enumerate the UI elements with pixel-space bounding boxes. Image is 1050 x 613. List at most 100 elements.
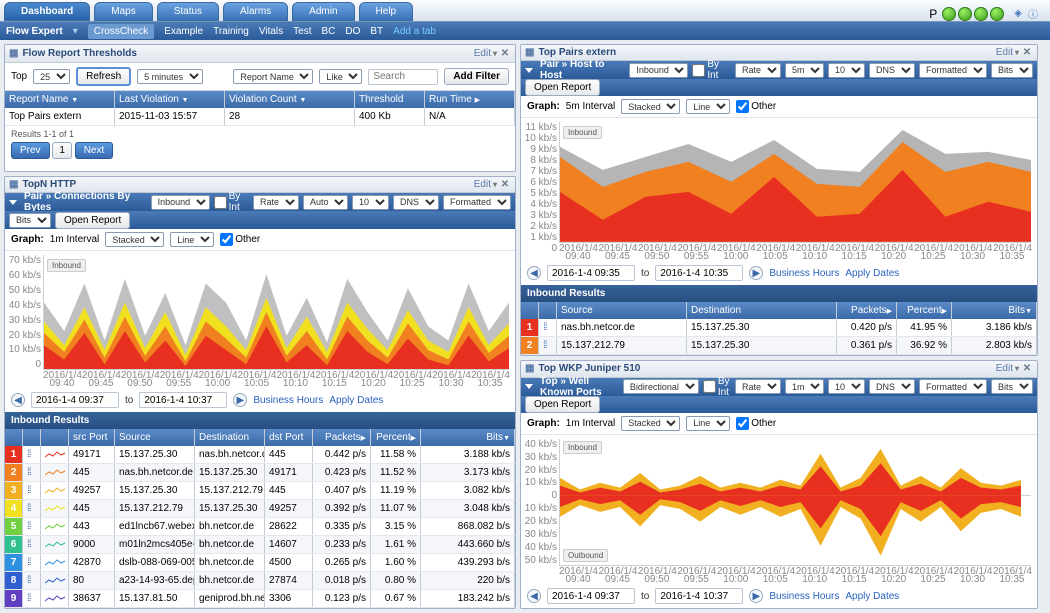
prev-date-icon[interactable]: ◀: [527, 589, 541, 603]
byint-check[interactable]: [214, 196, 227, 209]
table-row[interactable]: 9⁞⁞3863715.137.81.50geniprod.bh.netcor.d…: [5, 590, 515, 608]
subtab-bt[interactable]: BT: [370, 26, 383, 37]
business-hours-link[interactable]: Business Hours: [253, 395, 323, 406]
to-date-input[interactable]: [139, 392, 227, 408]
direction-select[interactable]: Bidirectional: [623, 379, 699, 394]
prev-button[interactable]: Prev: [11, 142, 50, 159]
drag-handle-icon[interactable]: ⁞⁞: [27, 449, 31, 460]
close-icon[interactable]: ✕: [1021, 363, 1033, 375]
unit-select[interactable]: Bits: [9, 213, 51, 228]
open-report-button[interactable]: Open Report: [55, 212, 130, 229]
byint-check[interactable]: [692, 64, 705, 77]
business-hours-link[interactable]: Business Hours: [769, 591, 839, 602]
col-percent[interactable]: Percent▶: [897, 302, 952, 319]
interval-select[interactable]: 5 minutes: [137, 69, 203, 84]
other-check[interactable]: [220, 233, 233, 246]
col-threshold[interactable]: Threshold: [355, 91, 425, 108]
table-row[interactable]: 8⁞⁞80a23-14-93-65.deploy.static.akamaitb…: [5, 572, 515, 590]
feed-icon[interactable]: ◈: [1014, 8, 1022, 19]
next-date-icon[interactable]: ▶: [749, 266, 763, 280]
dns-select[interactable]: DNS: [869, 379, 915, 394]
edit-link[interactable]: Edit: [996, 47, 1013, 58]
col-violation-count[interactable]: Violation Count ▼: [225, 91, 355, 108]
next-date-icon[interactable]: ▶: [749, 589, 763, 603]
collapse-icon[interactable]: [525, 384, 533, 389]
table-row[interactable]: 7⁞⁞42870dslb-088-069-005-126.088.pools.v…: [5, 554, 515, 572]
stacked-select[interactable]: Stacked: [621, 99, 680, 114]
close-icon[interactable]: ✕: [1021, 47, 1033, 59]
collapse-icon[interactable]: [525, 68, 533, 73]
subtab-test[interactable]: Test: [293, 26, 311, 37]
drag-handle-icon[interactable]: ⁞⁞: [543, 322, 547, 333]
col-packets[interactable]: Packets▶: [313, 429, 371, 446]
stacked-select[interactable]: Stacked: [621, 416, 680, 431]
metric-select[interactable]: Rate: [735, 63, 781, 78]
from-date-input[interactable]: [31, 392, 119, 408]
filter-op-select[interactable]: Like: [319, 69, 362, 84]
direction-select[interactable]: Inbound: [151, 195, 210, 210]
fmt-select[interactable]: Formatted: [443, 195, 511, 210]
metric-select[interactable]: Rate: [253, 195, 299, 210]
next-date-icon[interactable]: ▶: [233, 393, 247, 407]
metric-select[interactable]: Rate: [735, 379, 781, 394]
col-last-violation[interactable]: Last Violation ▼: [115, 91, 225, 108]
page-button[interactable]: 1: [52, 142, 72, 159]
col-source[interactable]: Source: [557, 302, 687, 319]
drag-handle-icon[interactable]: ⁞⁞: [27, 593, 31, 604]
filter-field-select[interactable]: Report Name: [233, 69, 313, 84]
table-row[interactable]: 1⁞⁞nas.bh.netcor.de15.137.25.300.420 p/s…: [521, 319, 1037, 337]
stacked-select[interactable]: Stacked: [105, 232, 164, 247]
prev-date-icon[interactable]: ◀: [11, 393, 25, 407]
type-select[interactable]: Line: [686, 416, 730, 431]
from-date-input[interactable]: [547, 588, 635, 604]
win-select[interactable]: 5m: [785, 63, 824, 78]
col-dest[interactable]: Destination: [195, 429, 265, 446]
col-srcport[interactable]: src Port: [69, 429, 115, 446]
direction-select[interactable]: Inbound: [629, 63, 688, 78]
table-row[interactable]: 2⁞⁞445nas.bh.netcor.de15.137.25.30491710…: [5, 464, 515, 482]
win-select[interactable]: 1m: [785, 379, 824, 394]
from-date-input[interactable]: [547, 265, 635, 281]
close-icon[interactable]: ✕: [499, 179, 511, 191]
other-check[interactable]: [736, 100, 749, 113]
dns-select[interactable]: DNS: [393, 195, 439, 210]
col-dest[interactable]: Destination: [687, 302, 837, 319]
add-tab-link[interactable]: Add a tab: [393, 26, 436, 37]
tab-status[interactable]: Status: [157, 2, 219, 21]
prev-date-icon[interactable]: ◀: [527, 266, 541, 280]
edit-link[interactable]: Edit: [996, 363, 1013, 374]
col-packets[interactable]: Packets▶: [837, 302, 897, 319]
subtab-bc[interactable]: BC: [321, 26, 335, 37]
fmt-select[interactable]: Formatted: [919, 379, 987, 394]
col-percent[interactable]: Percent▶: [371, 429, 421, 446]
threshold-row[interactable]: Top Pairs extern 2015-11-03 15:57 28 400…: [5, 108, 515, 126]
collapse-icon[interactable]: [9, 200, 17, 205]
edit-link[interactable]: Edit: [474, 48, 491, 59]
table-row[interactable]: 1⁞⁞4917115.137.25.30nas.bh.netcor.de4450…: [5, 446, 515, 464]
apply-dates-link[interactable]: Apply Dates: [845, 591, 899, 602]
drag-handle-icon[interactable]: ⁞⁞: [27, 485, 31, 496]
type-select[interactable]: Line: [686, 99, 730, 114]
drag-handle-icon[interactable]: ⁞⁞: [27, 503, 31, 514]
top-select[interactable]: 25: [33, 69, 70, 84]
dns-select[interactable]: DNS: [869, 63, 915, 78]
drag-handle-icon[interactable]: ⁞⁞: [27, 467, 31, 478]
subtab-vitals[interactable]: Vitals: [259, 26, 283, 37]
auto-select[interactable]: Auto: [303, 195, 348, 210]
drag-handle-icon[interactable]: ⁞⁞: [27, 539, 31, 550]
unit-select[interactable]: Bits: [991, 379, 1033, 394]
to-date-input[interactable]: [655, 588, 743, 604]
info-icon[interactable]: ⓘ: [1028, 6, 1038, 21]
add-filter-button[interactable]: Add Filter: [444, 68, 509, 85]
business-hours-link[interactable]: Business Hours: [769, 268, 839, 279]
drag-handle-icon[interactable]: ⁞⁞: [27, 521, 31, 532]
col-report-name[interactable]: Report Name ▼: [5, 91, 115, 108]
n-select[interactable]: 10: [352, 195, 389, 210]
search-input[interactable]: [368, 69, 438, 85]
drag-handle-icon[interactable]: ⁞⁞: [27, 557, 31, 568]
table-row[interactable]: 2⁞⁞15.137.212.7915.137.25.300.361 p/s36.…: [521, 337, 1037, 355]
tab-help[interactable]: Help: [359, 2, 414, 21]
col-runtime[interactable]: Run Time ▶: [425, 91, 515, 108]
drag-handle-icon[interactable]: ⁞⁞: [27, 575, 31, 586]
n-select[interactable]: 10: [828, 379, 865, 394]
